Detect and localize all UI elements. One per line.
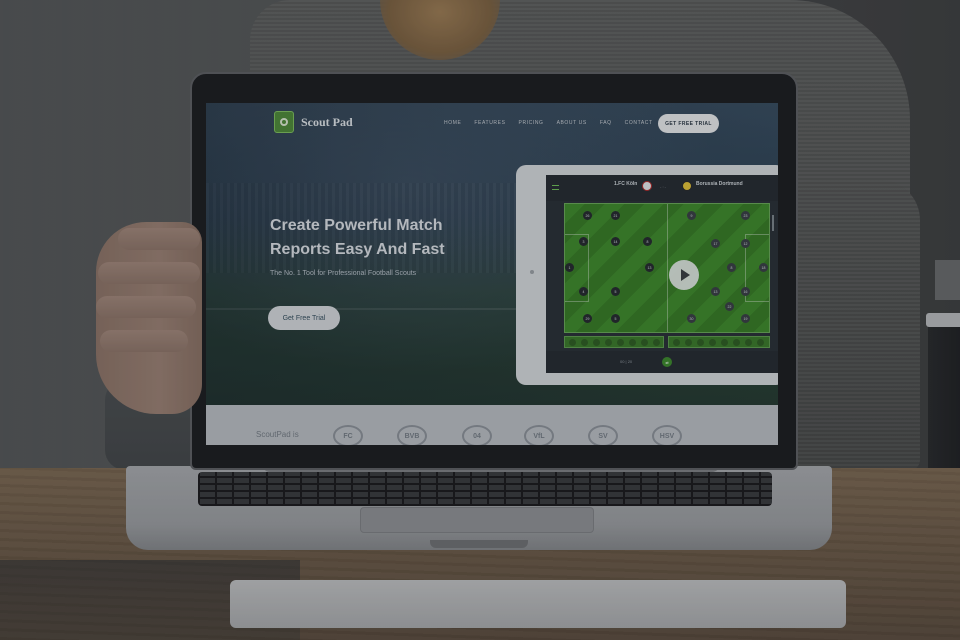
bench-player-icon (617, 339, 624, 346)
away-player: 12 (741, 239, 750, 248)
substitution-icon[interactable]: ⇄ (662, 357, 672, 367)
laptop-keyboard (198, 472, 772, 506)
bench-player-icon (721, 339, 728, 346)
away-player: 13 (711, 287, 720, 296)
away-player: 8 (727, 263, 736, 272)
nav-item-contact[interactable]: CONTACT (625, 120, 653, 130)
trusted-by-label: ScoutPad is (256, 430, 299, 439)
logo-ball-icon (280, 118, 288, 126)
home-bench (564, 336, 664, 348)
bench-player-icon (733, 339, 740, 346)
tablet-screen: 1.FC Köln - : - Borussia Dortmund 26 21 … (546, 175, 778, 373)
laptop-notch (430, 540, 528, 548)
bench-player-icon (641, 339, 648, 346)
away-player: 19 (741, 314, 750, 323)
hero-free-trial-button[interactable]: Get Free Trial (268, 306, 340, 330)
club-logo-icon: 04 (462, 425, 492, 445)
bench-player-icon (605, 339, 612, 346)
person-hand (96, 222, 202, 414)
scoutpad-logo-icon[interactable] (274, 111, 294, 133)
away-bench (668, 336, 770, 348)
away-player: 18 (759, 263, 768, 272)
hero-title-line-2: Reports Easy And Fast (270, 241, 445, 258)
nav-item-about-us[interactable]: ABOUT US (557, 120, 587, 130)
bench-player-icon (629, 339, 636, 346)
external-keyboard (230, 580, 846, 628)
away-player: 23 (741, 211, 750, 220)
bench-player-icon (709, 339, 716, 346)
nav-item-faq[interactable]: FAQ (600, 120, 612, 130)
club-logo-icon: FC (333, 425, 363, 445)
nav-menu: HOME FEATURES PRICING ABOUT US FAQ CONTA… (444, 120, 653, 130)
coffee-cup-lid (926, 313, 960, 327)
away-player: 17 (711, 239, 720, 248)
laptop-trackpad (360, 507, 594, 533)
tablet-home-button (530, 270, 534, 274)
away-player: 22 (725, 302, 734, 311)
home-player: 5 (611, 314, 620, 323)
site-navbar: Scout Pad HOME FEATURES PRICING ABOUT US… (206, 103, 778, 143)
laptop-screen: Scout Pad HOME FEATURES PRICING ABOUT US… (206, 103, 778, 445)
football-pitch: 26 21 3 14 8 1 13 4 5 29 5 9 23 17 12 8 … (564, 203, 770, 333)
home-player: 1 (565, 263, 574, 272)
club-logo-icon: HSV (652, 425, 682, 445)
bench-player-icon (697, 339, 704, 346)
bench-player-icon (745, 339, 752, 346)
home-player: 3 (579, 237, 588, 246)
away-player: 30 (687, 314, 696, 323)
person-finger (96, 296, 196, 318)
play-icon (681, 269, 690, 281)
bench-player-icon (757, 339, 764, 346)
score-separator: - : - (660, 184, 666, 189)
nav-item-pricing[interactable]: PRICING (519, 120, 544, 130)
match-timer: 00 | 20 (620, 359, 633, 364)
bench-player-icon (593, 339, 600, 346)
nav-item-features[interactable]: FEATURES (474, 120, 505, 130)
home-player: 21 (611, 211, 620, 220)
tablet-mockup: 1.FC Köln - : - Borussia Dortmund 26 21 … (516, 165, 778, 385)
menu-icon (552, 185, 559, 190)
match-header: 1.FC Köln - : - Borussia Dortmund (546, 175, 778, 201)
person-finger (100, 330, 188, 352)
home-team-crest-icon (642, 181, 652, 191)
home-player: 13 (645, 263, 654, 272)
home-player: 8 (643, 237, 652, 246)
person-finger (98, 262, 200, 284)
bench-player-icon (581, 339, 588, 346)
home-player: 14 (611, 237, 620, 246)
person-finger (118, 228, 200, 250)
away-player: 9 (687, 211, 696, 220)
nav-free-trial-button[interactable]: GET FREE TRIAL (658, 114, 719, 133)
hero-title: Create Powerful Match Reports Easy And F… (270, 214, 490, 262)
home-player: 29 (583, 314, 592, 323)
hero-subtitle: The No. 1 Tool for Professional Football… (270, 270, 417, 277)
club-logo-icon: BVB (397, 425, 427, 445)
club-logo-icon: VfL (524, 425, 554, 445)
bench-player-icon (653, 339, 660, 346)
club-logo-icon: SV (588, 425, 618, 445)
home-player: 26 (583, 211, 592, 220)
home-player: 5 (611, 287, 620, 296)
bench-player-icon (673, 339, 680, 346)
hero-title-line-1: Create Powerful Match (270, 217, 443, 234)
away-team-name: Borussia Dortmund (696, 181, 743, 187)
trusted-by-strip: ScoutPad is FC BVB 04 VfL SV HSV (206, 405, 778, 445)
away-team-crest-icon (682, 181, 692, 191)
nav-item-home[interactable]: HOME (444, 120, 461, 130)
away-player: 16 (741, 287, 750, 296)
bench-player-icon (685, 339, 692, 346)
video-play-button[interactable] (669, 260, 699, 290)
match-footer: 00 | 20 ⇄ (546, 351, 778, 373)
home-player: 4 (579, 287, 588, 296)
halfway-line (667, 204, 668, 332)
scrollbar[interactable] (772, 215, 774, 231)
bench-player-icon (569, 339, 576, 346)
brand-name[interactable]: Scout Pad (301, 115, 353, 130)
home-team-name: 1.FC Köln (614, 181, 638, 187)
background-shelf (935, 260, 960, 300)
